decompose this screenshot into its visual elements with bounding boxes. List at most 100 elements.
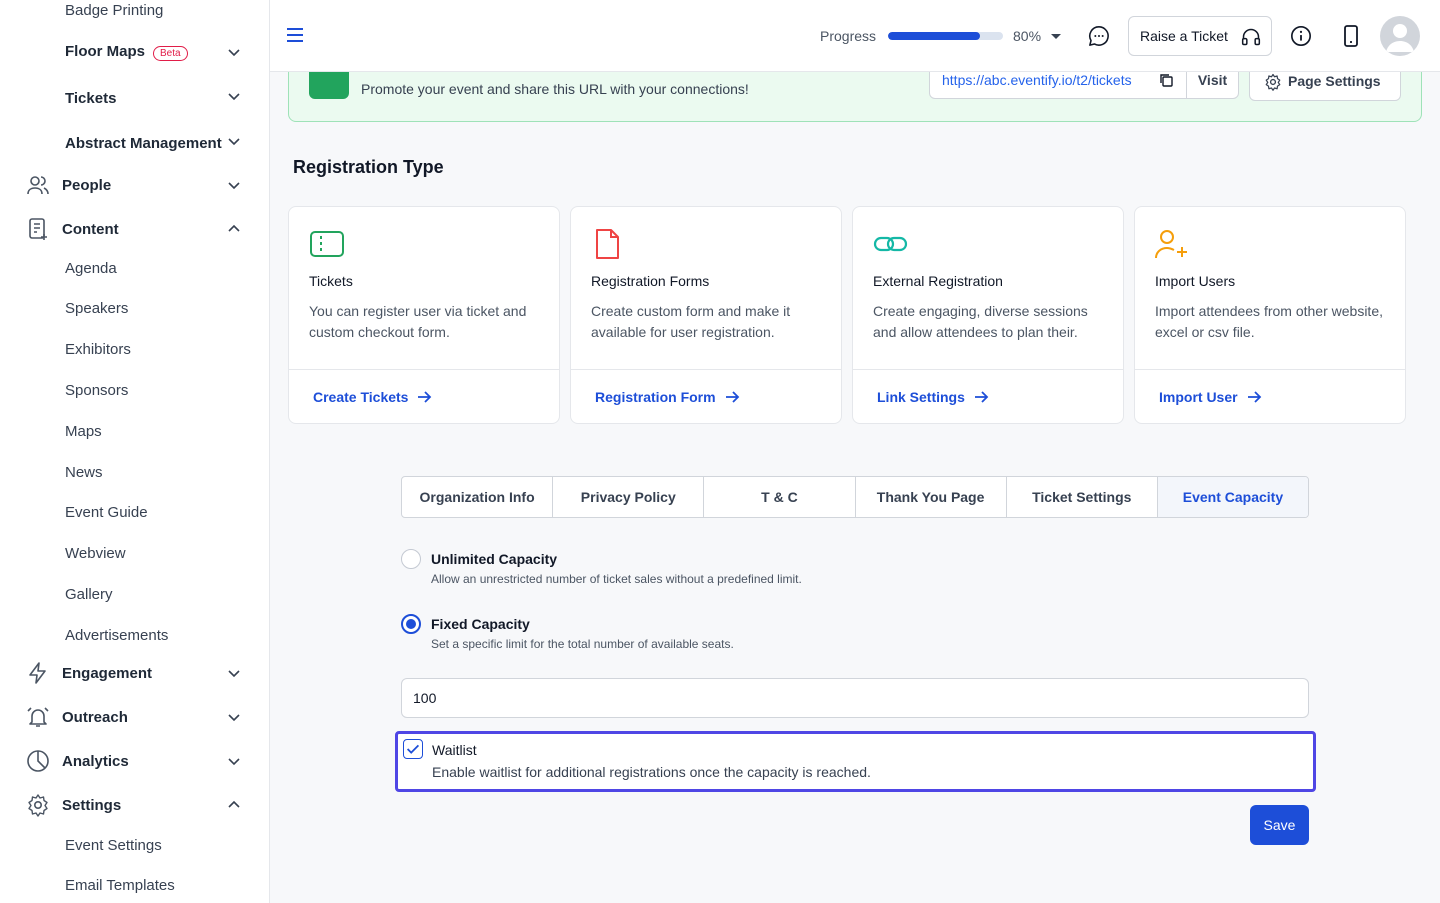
section-title-registration-type: Registration Type [293,157,444,177]
registration-card-forms: Registration Forms Create custom form an… [570,206,842,424]
create-tickets-link[interactable]: Create Tickets [313,389,432,405]
sidebar-item-settings[interactable]: Settings [0,793,269,817]
promo-text: Promote your event and share this URL wi… [361,81,749,97]
card-title: Import Users [1155,273,1236,289]
chevron-down-icon [228,670,240,678]
gear-icon [28,794,48,817]
sidebar-item-abstract-management[interactable]: Abstract Management [0,133,269,153]
option-title: Unlimited Capacity [431,551,558,567]
card-link-label: Import User [1159,389,1238,405]
sidebar-item-news[interactable]: News [65,463,255,481]
tab-thank-you-page[interactable]: Thank You Page [856,477,1007,517]
chevron-down-icon [228,714,240,722]
info-icon[interactable] [1290,25,1312,47]
chevron-down-icon [228,758,240,766]
sidebar-item-label: Exhibitors [65,340,131,358]
progress-dropdown-caret-icon[interactable] [1051,34,1061,39]
card-description: You can register user via ticket and cus… [309,303,527,340]
lightning-icon [29,662,46,684]
tab-terms-and-conditions[interactable]: T & C [704,477,856,517]
sidebar-item-outreach[interactable]: Outreach [0,705,269,729]
progress-value: 80% [1013,28,1042,44]
progress-bar [888,32,1003,40]
sidebar-item-label: News [65,463,103,481]
headset-icon [1241,28,1261,46]
copy-icon[interactable] [1158,72,1174,88]
sidebar-item-label: Tickets [65,89,117,107]
tab-event-capacity[interactable]: Event Capacity [1157,477,1308,517]
mobile-phone-icon[interactable] [1341,25,1361,47]
sidebar-item-content[interactable]: Content [0,217,269,241]
link-settings-link[interactable]: Link Settings [877,389,989,405]
capacity-input[interactable] [401,678,1309,718]
sidebar-item-webview[interactable]: Webview [65,544,255,562]
tab-ticket-settings[interactable]: Ticket Settings [1007,477,1158,517]
fixed-capacity-option: Fixed Capacity Set a specific limit for … [401,614,1101,654]
card-title: External Registration [873,273,1003,289]
sidebar-item-floor-maps[interactable]: Floor Maps Beta [0,42,269,62]
card-description: Create custom form and make it available… [591,303,791,340]
sidebar-item-label: Settings [62,797,122,814]
people-icon [27,176,49,195]
waitlist-description: Enable waitlist for additional registrat… [432,764,871,780]
sidebar-item-label: Maps [65,422,102,440]
sidebar-item-event-guide[interactable]: Event Guide [65,503,255,521]
sidebar-item-maps[interactable]: Maps [65,422,255,440]
chat-icon[interactable] [1088,25,1110,47]
sidebar-item-label: Email Templates [65,876,175,894]
settings-tabs: Organization Info Privacy Policy T & C T… [401,476,1309,518]
chevron-down-icon [228,182,240,190]
sidebar-item-label: Floor Maps [65,43,146,60]
menu-icon[interactable] [286,26,304,44]
registration-form-link[interactable]: Registration Form [595,389,740,405]
waitlist-checkbox[interactable] [403,739,423,759]
sidebar-item-label: Agenda [65,259,117,277]
raise-ticket-button[interactable]: Raise a Ticket [1128,16,1272,56]
card-title: Tickets [309,273,353,289]
arrow-right-icon [418,391,432,403]
sidebar-item-label: Gallery [65,585,113,603]
bell-icon [27,707,49,727]
arrow-right-icon [974,391,989,403]
fixed-capacity-radio[interactable] [401,614,421,634]
sidebar-item-exhibitors[interactable]: Exhibitors [65,340,255,358]
gear-icon [1265,73,1281,91]
sidebar-item-label: Speakers [65,299,129,317]
unlimited-capacity-radio[interactable] [401,549,421,569]
waitlist-option: Waitlist Enable waitlist for additional … [395,731,1316,792]
card-description: Create engaging, diverse sessions and al… [873,303,1088,340]
tab-organization-info[interactable]: Organization Info [402,477,554,517]
sidebar-item-label: Abstract Management [65,134,222,152]
link-icon [873,236,908,252]
sidebar-item-analytics[interactable]: Analytics [0,749,269,773]
sidebar-item-label: Sponsors [65,381,129,399]
sidebar-item-event-settings[interactable]: Event Settings [65,836,255,854]
sidebar-item-tickets[interactable]: Tickets [0,88,269,108]
sidebar-item-email-templates[interactable]: Email Templates [65,876,255,894]
sidebar-item-badge-printing[interactable]: Badge Printing [65,1,255,19]
registration-card-import: Import Users Import attendees from other… [1134,206,1406,424]
sidebar-item-engagement[interactable]: Engagement [0,661,269,685]
sidebar-item-sponsors[interactable]: Sponsors [65,381,255,399]
card-link-label: Create Tickets [313,389,409,405]
sidebar-item-label: Outreach [62,709,128,726]
chevron-up-icon [228,800,240,808]
save-button[interactable]: Save [1250,805,1309,845]
event-url-link[interactable]: https://abc.eventify.io/t2/tickets [942,72,1132,88]
tab-privacy-policy[interactable]: Privacy Policy [553,477,705,517]
sidebar-item-gallery[interactable]: Gallery [65,585,255,603]
sidebar-item-label: Analytics [62,753,129,770]
sidebar-item-label: Content [62,221,119,238]
sidebar-item-label: Badge Printing [65,1,164,19]
progress-label: Progress [820,28,877,44]
chevron-down-icon [228,93,240,101]
avatar[interactable] [1380,16,1420,56]
sidebar-item-people[interactable]: People [0,173,269,197]
card-description: Import attendees from other website, exc… [1155,303,1383,340]
sidebar-item-speakers[interactable]: Speakers [65,299,255,317]
add-user-icon [1155,230,1187,259]
sidebar-item-agenda[interactable]: Agenda [65,259,255,277]
option-description: Allow an unrestricted number of ticket s… [431,572,802,586]
sidebar-item-advertisements[interactable]: Advertisements [65,626,255,644]
import-user-link[interactable]: Import User [1159,389,1262,405]
